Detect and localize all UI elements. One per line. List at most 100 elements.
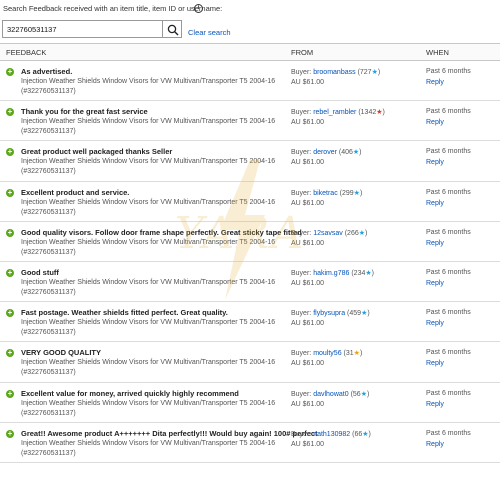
buyer-score-close: ) <box>366 390 370 398</box>
buyer-score: (234 <box>351 269 366 277</box>
feedback-time: Past 6 months <box>426 148 471 156</box>
feedback-row: + Excellent product and service. Injection… <box>0 182 500 222</box>
buyer-score-close: ) <box>365 229 368 237</box>
positive-rating-icon: + <box>6 428 14 438</box>
clear-search-link[interactable]: Clear search <box>188 28 231 37</box>
item-title-link[interactable]: Injection Weather Shields Window Visors … <box>21 78 275 85</box>
column-header-feedback: FEEDBACK <box>6 48 47 57</box>
positive-rating-icon: + <box>6 227 14 237</box>
buyer-username-link[interactable]: rebel_rambler <box>313 109 356 116</box>
item-price: AU $61.00 <box>291 320 325 328</box>
item-price: AU $61.00 <box>291 279 325 287</box>
buyer-username-link[interactable]: nath130982 <box>313 431 350 438</box>
reply-link[interactable]: Reply <box>426 240 444 247</box>
reply-link[interactable]: Reply <box>426 79 444 86</box>
item-title-link[interactable]: Injection Weather Shields Window Visors … <box>21 158 275 165</box>
feedback-row: + VERY GOOD QUALITY Injection Weather Shie… <box>0 342 500 383</box>
buyer-prefix: Buyer: <box>291 390 314 398</box>
item-id: (#322760531137) <box>21 369 76 377</box>
item-id: (#322760531137) <box>21 409 76 417</box>
reply-link[interactable]: Reply <box>426 159 444 166</box>
buyer-score-close: ) <box>359 350 363 358</box>
item-title-link[interactable]: Injection Weather Shields Window Visors … <box>21 359 275 366</box>
feedback-time: Past 6 months <box>426 188 471 196</box>
buyer-prefix: Buyer: <box>291 350 314 358</box>
buyer-score-close: ) <box>382 109 385 117</box>
buyer-prefix: Buyer: <box>291 269 314 277</box>
search-input[interactable] <box>2 20 162 38</box>
buyer-info: Buyer: moulty56 (31★) <box>291 349 362 357</box>
feedback-time: Past 6 months <box>426 68 471 75</box>
buyer-score-close: ) <box>371 269 374 277</box>
buyer-prefix: Buyer: <box>291 189 314 197</box>
buyer-username-link[interactable]: 12savsav <box>313 230 343 237</box>
reply-link[interactable]: Reply <box>426 280 444 287</box>
feedback-row: + Good stuff Injection Weather Shields Win… <box>0 262 500 303</box>
reply-link[interactable]: Reply <box>426 401 444 408</box>
buyer-score: (406 <box>338 149 353 157</box>
buyer-score: (31 <box>343 350 354 358</box>
search-label: Search Feedback received with an item ti… <box>3 4 223 13</box>
feedback-comment: VERY GOOD QUALITY <box>21 348 102 358</box>
positive-rating-icon: + <box>6 267 14 277</box>
buyer-score: (299 <box>339 189 354 197</box>
buyer-username-link[interactable]: broomanbass <box>313 69 355 76</box>
positive-rating-icon: + <box>6 187 14 197</box>
info-icon[interactable]: i <box>194 4 203 13</box>
item-title-link[interactable]: Injection Weather Shields Window Visors … <box>21 199 275 206</box>
buyer-username-link[interactable]: hakim.g786 <box>313 270 349 277</box>
feedback-comment: Good stuff <box>21 267 59 277</box>
reply-link[interactable]: Reply <box>426 320 444 327</box>
feedback-comment: Thank you for the great fast service <box>21 107 148 117</box>
buyer-username-link[interactable]: davlhowat0 <box>313 391 348 398</box>
item-id: (#322760531137) <box>21 329 76 337</box>
buyer-info: Buyer: flybysupra (459★) <box>291 309 370 317</box>
buyer-score: (459 <box>347 310 362 318</box>
item-price: AU $61.00 <box>291 199 325 207</box>
buyer-info: Buyer: biketrac (299★) <box>291 189 362 197</box>
buyer-score-close: ) <box>359 149 362 157</box>
item-price: AU $61.00 <box>291 119 325 127</box>
item-title-link[interactable]: Injection Weather Shields Window Visors … <box>21 440 275 447</box>
buyer-info: Buyer: nath130982 (66★) <box>291 430 371 438</box>
item-title-link[interactable]: Injection Weather Shields Window Visors … <box>21 319 275 326</box>
search-button[interactable] <box>162 20 182 38</box>
positive-rating-icon: + <box>6 67 14 76</box>
item-title-link[interactable]: Injection Weather Shields Window Visors … <box>21 400 275 407</box>
item-id: (#322760531137) <box>21 88 76 95</box>
item-id: (#322760531137) <box>21 288 76 296</box>
item-id: (#322760531137) <box>21 208 76 216</box>
column-header-when: WHEN <box>426 48 449 57</box>
reply-link[interactable]: Reply <box>426 441 444 448</box>
buyer-prefix: Buyer: <box>291 430 314 438</box>
buyer-username-link[interactable]: moulty56 <box>313 350 341 357</box>
feedback-comment: Fast postage. Weather shields fitted per… <box>21 308 228 318</box>
item-price: AU $61.00 <box>291 440 325 448</box>
reply-link[interactable]: Reply <box>426 360 444 367</box>
positive-rating-icon: + <box>6 388 14 398</box>
item-title-link[interactable]: Injection Weather Shields Window Visors … <box>21 118 275 125</box>
buyer-score: (266 <box>344 229 359 237</box>
buyer-prefix: Buyer: <box>291 149 314 157</box>
item-title-link[interactable]: Injection Weather Shields Window Visors … <box>21 279 275 286</box>
item-id: (#322760531137) <box>21 128 76 136</box>
buyer-info: Buyer: derover (406★) <box>291 148 362 156</box>
buyer-prefix: Buyer: <box>291 229 314 237</box>
buyer-info: Buyer: rebel_rambler (1342★) <box>291 108 385 116</box>
reply-link[interactable]: Reply <box>426 200 444 207</box>
feedback-rows: + As advertised. Injection Weather Shields… <box>0 61 500 463</box>
feedback-time: Past 6 months <box>426 349 471 357</box>
buyer-username-link[interactable]: derover <box>313 149 337 156</box>
buyer-score-close: ) <box>367 310 370 318</box>
table-header: FEEDBACK FROM WHEN <box>0 43 500 61</box>
buyer-username-link[interactable]: flybysupra <box>313 310 345 317</box>
item-title-link[interactable]: Injection Weather Shields Window Visors … <box>21 239 275 246</box>
buyer-info: Buyer: davlhowat0 (56★) <box>291 390 369 398</box>
positive-rating-icon: + <box>6 107 14 117</box>
buyer-username-link[interactable]: biketrac <box>313 190 338 197</box>
buyer-prefix: Buyer: <box>291 109 314 117</box>
feedback-search-bar: Search Feedback received with an item ti… <box>0 0 500 40</box>
feedback-table: FEEDBACK FROM WHEN + As advertised. Inject… <box>0 43 500 463</box>
reply-link[interactable]: Reply <box>426 119 444 126</box>
buyer-score: (56 <box>350 390 361 398</box>
